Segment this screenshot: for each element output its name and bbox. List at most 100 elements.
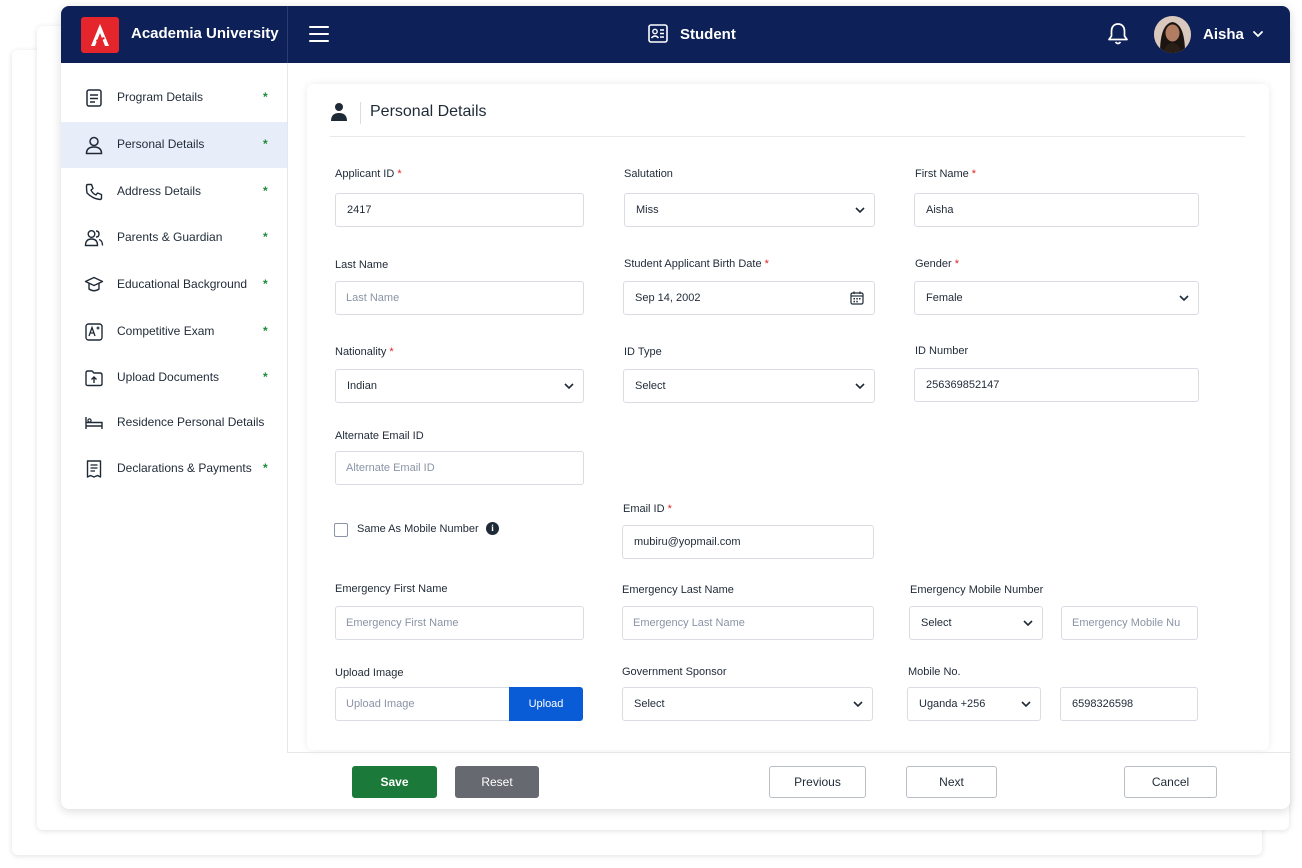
nationality-select[interactable]: Indian: [335, 369, 584, 403]
logo-icon: [91, 24, 109, 46]
same-as-mobile-checkbox[interactable]: [334, 523, 348, 537]
save-button[interactable]: Save: [352, 766, 437, 798]
alt-email-input[interactable]: [336, 452, 583, 484]
applicant-id-field[interactable]: 2417: [335, 193, 584, 227]
app-window: Academia University Student Aisha Progra…: [61, 6, 1290, 809]
cancel-button[interactable]: Cancel: [1124, 766, 1217, 798]
alt-email-field[interactable]: [335, 451, 584, 485]
emergency-last-name-field[interactable]: [622, 606, 874, 640]
id-card-icon: [648, 24, 668, 43]
emergency-mobile-input[interactable]: [1062, 607, 1197, 639]
chevron-down-icon[interactable]: [1252, 28, 1264, 40]
bed-icon: [85, 417, 103, 429]
sidebar-item-program-details[interactable]: Program Details *: [61, 75, 287, 121]
document-icon: [86, 89, 102, 107]
sidebar-item-label: Personal Details: [117, 137, 205, 151]
mobile-country-code-select[interactable]: Uganda +256: [907, 687, 1041, 721]
university-logo: [81, 17, 119, 53]
upload-image-field[interactable]: [335, 687, 511, 721]
brand: Academia University: [61, 6, 288, 63]
mobile-number-field[interactable]: 6598326598: [1060, 687, 1198, 721]
mobile-label: Mobile No.: [908, 666, 961, 678]
emergency-mobile-field[interactable]: [1061, 606, 1198, 640]
chevron-down-icon: [855, 383, 865, 390]
sidebar-item-label: Declarations & Payments: [117, 461, 252, 475]
folder-upload-icon: [85, 370, 103, 387]
emergency-first-name-field[interactable]: [335, 606, 584, 640]
gender-label: Gender *: [915, 258, 959, 270]
sidebar-item-label: Residence Personal Details: [117, 415, 265, 429]
previous-button[interactable]: Previous: [769, 766, 866, 798]
info-icon[interactable]: i: [486, 522, 499, 535]
birth-date-field[interactable]: Sep 14, 2002: [623, 281, 875, 315]
sidebar-item-label: Upload Documents: [117, 370, 220, 384]
id-type-label: ID Type: [624, 346, 662, 358]
next-button[interactable]: Next: [906, 766, 997, 798]
receipt-icon: [86, 460, 102, 478]
last-name-field[interactable]: [335, 281, 584, 315]
grade-icon: [85, 323, 103, 341]
completion-mark: *: [263, 90, 268, 104]
applicant-id-label: Applicant ID *: [335, 168, 402, 180]
graduation-cap-icon: [84, 276, 104, 292]
sidebar-item-residence-personal-details[interactable]: Residence Personal Details: [61, 400, 287, 446]
divider: [360, 102, 361, 124]
upload-image-input[interactable]: [336, 688, 510, 720]
users-icon: [84, 230, 104, 247]
sidebar-item-label: Program Details: [117, 90, 204, 104]
last-name-input[interactable]: [336, 282, 583, 314]
upload-button[interactable]: Upload: [509, 687, 583, 721]
emergency-mobile-label: Emergency Mobile Number: [910, 584, 1044, 596]
birth-date-label: Student Applicant Birth Date *: [624, 258, 769, 270]
sidebar-item-personal-details[interactable]: Personal Details *: [61, 122, 287, 168]
bell-icon[interactable]: [1107, 22, 1129, 46]
salutation-label: Salutation: [624, 168, 673, 180]
sidebar-item-label: Address Details: [117, 184, 202, 198]
sidebar-item-educational-background[interactable]: Educational Background *: [61, 262, 287, 308]
chevron-down-icon: [1023, 620, 1033, 627]
sidebar-item-label: Competitive Exam: [117, 324, 215, 338]
app-title: Academia University: [131, 25, 279, 42]
email-field[interactable]: mubiru@yopmail.com: [622, 525, 874, 559]
salutation-select[interactable]: Miss: [624, 193, 875, 227]
first-name-field[interactable]: Aisha: [914, 193, 1199, 227]
chevron-down-icon: [853, 701, 863, 708]
user-icon: [331, 103, 347, 121]
page-title: Personal Details: [370, 103, 487, 120]
sidebar-item-label: Parents & Guardian: [117, 230, 223, 244]
phone-icon: [85, 183, 103, 201]
completion-mark: *: [263, 324, 268, 338]
menu-icon[interactable]: [309, 26, 329, 43]
sidebar-item-address-details[interactable]: Address Details *: [61, 169, 287, 215]
sidebar-item-competitive-exam[interactable]: Competitive Exam *: [61, 309, 287, 355]
emergency-first-name-input[interactable]: [336, 607, 583, 639]
chevron-down-icon: [564, 383, 574, 390]
nationality-label: Nationality *: [335, 346, 394, 358]
user-icon: [85, 136, 103, 155]
id-number-field[interactable]: 256369852147: [914, 368, 1199, 402]
id-type-select[interactable]: Select: [623, 369, 875, 403]
emergency-country-code-select[interactable]: Select: [909, 606, 1043, 640]
chevron-down-icon: [1179, 295, 1189, 302]
user-name[interactable]: Aisha: [1203, 26, 1244, 43]
section-header: Personal Details: [330, 102, 1245, 137]
emergency-last-name-input[interactable]: [623, 607, 873, 639]
last-name-label: Last Name: [335, 259, 389, 271]
top-bar: Academia University Student Aisha: [61, 6, 1290, 63]
gov-sponsor-select[interactable]: Select: [622, 687, 873, 721]
chevron-down-icon: [855, 207, 865, 214]
sidebar-item-declarations-payments[interactable]: Declarations & Payments *: [61, 446, 287, 492]
reset-button[interactable]: Reset: [455, 766, 539, 798]
gender-select[interactable]: Female: [914, 281, 1199, 315]
avatar[interactable]: [1154, 16, 1191, 53]
calendar-icon[interactable]: [850, 291, 864, 305]
id-number-label: ID Number: [915, 345, 969, 357]
sidebar-item-upload-documents[interactable]: Upload Documents *: [61, 355, 287, 401]
completion-mark: *: [263, 277, 268, 291]
emergency-first-name-label: Emergency First Name: [335, 583, 448, 595]
sidebar-item-parents-guardian[interactable]: Parents & Guardian *: [61, 215, 287, 261]
same-as-mobile-label: Same As Mobile Number: [357, 523, 479, 535]
alt-email-label: Alternate Email ID: [335, 430, 424, 442]
form-footer: Save Reset Previous Next Cancel: [287, 752, 1290, 809]
completion-mark: *: [263, 370, 268, 384]
